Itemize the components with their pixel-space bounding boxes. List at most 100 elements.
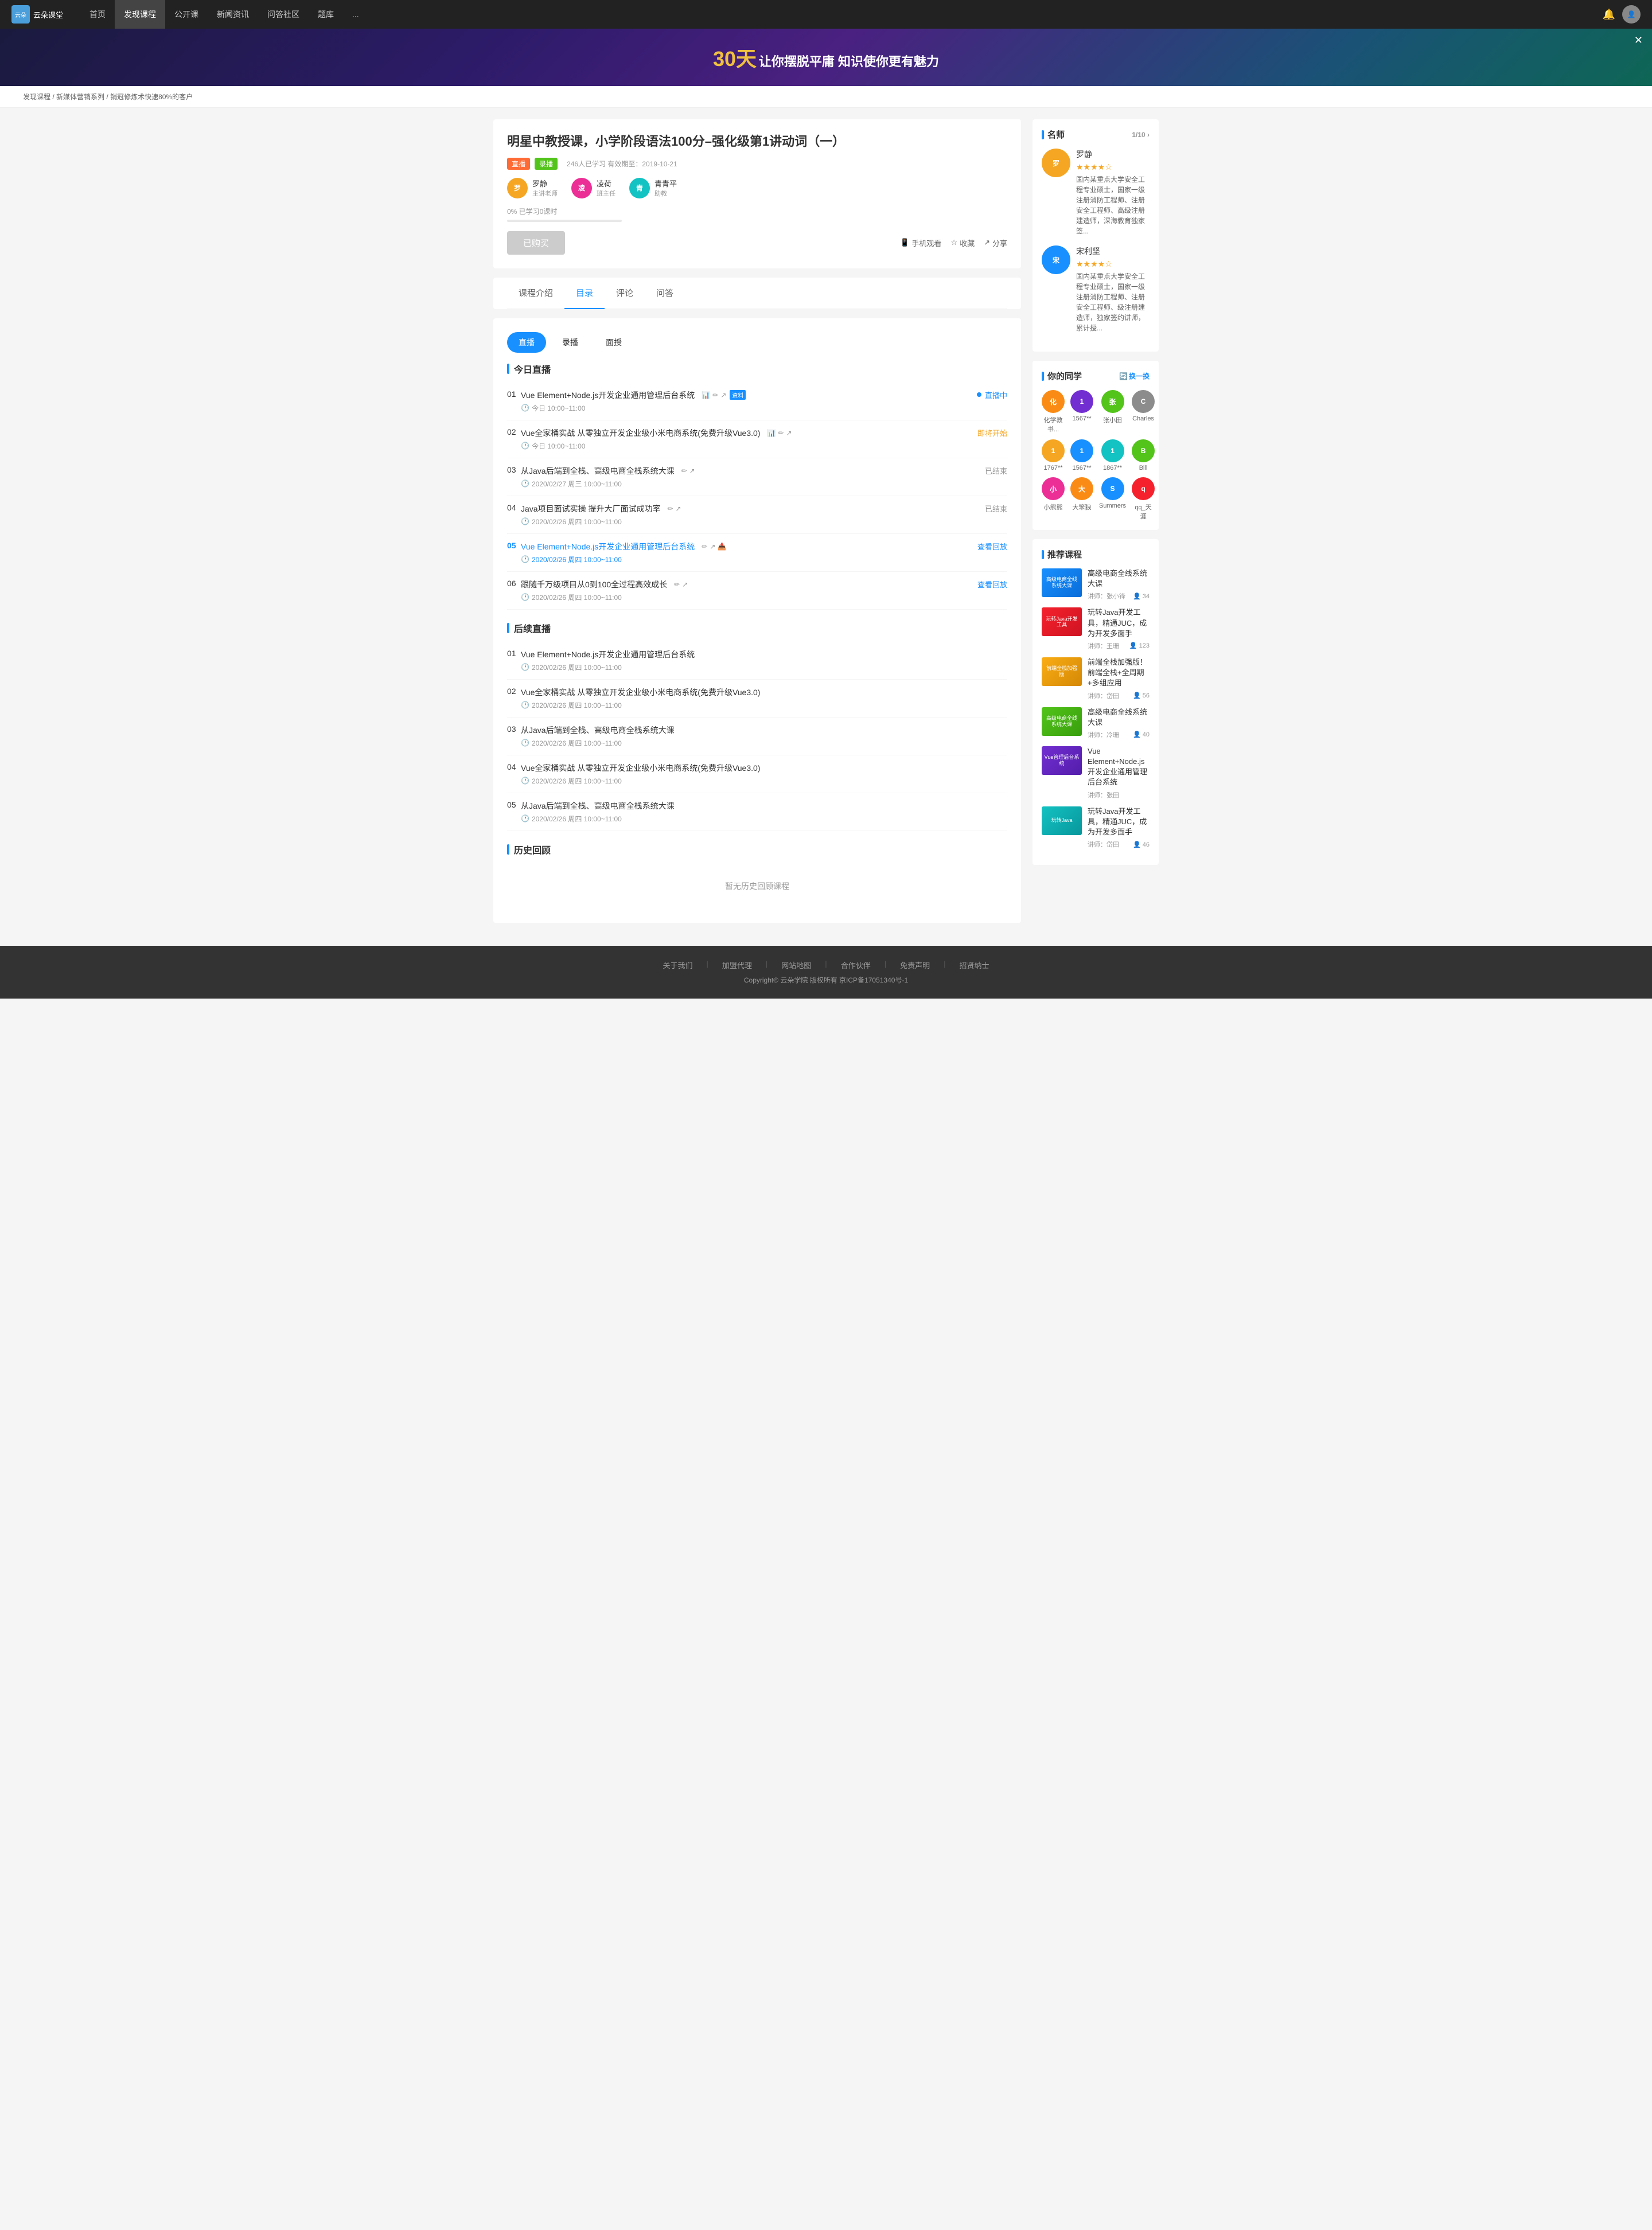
edit-icon[interactable]: ✏	[681, 467, 687, 475]
item-title: Vue Element+Node.js开发企业通用管理后台系统	[521, 649, 1007, 660]
mobile-watch-button[interactable]: 📱 手机观看	[900, 237, 941, 248]
bought-button[interactable]: 已购买	[507, 231, 565, 255]
item-status-replay[interactable]: 查看回放	[977, 541, 1007, 552]
instructor-avatar-2: 凌	[571, 178, 592, 198]
nav-home[interactable]: 首页	[80, 0, 115, 29]
edit-icon[interactable]: ✏	[667, 505, 673, 513]
edit-icon[interactable]: ✏	[674, 580, 680, 588]
switch-classmates-button[interactable]: 🔄 换一换	[1119, 371, 1150, 381]
share-icon[interactable]: ↗	[786, 429, 792, 437]
teachers-pagination[interactable]: 1/10 ›	[1132, 131, 1150, 139]
nav-news[interactable]: 新闻资讯	[208, 0, 258, 29]
progress-area: 0% 已学习0课时	[507, 206, 1007, 222]
footer-link-franchise[interactable]: 加盟代理	[722, 960, 752, 970]
share-icon[interactable]: ↗	[720, 391, 726, 399]
teacher-desc-1: 国内某重点大学安全工程专业硕士，国家一级注册消防工程师、注册安全工程师、高级注册…	[1076, 174, 1150, 236]
edit-icon[interactable]: ✏	[712, 391, 718, 399]
rec-course-item[interactable]: 玩转Java开发工具 玩转Java开发工具，精通JUC，成为开发多面手 讲师：王…	[1042, 607, 1150, 650]
item-content: Vue全家桶实战 从零独立开发企业级小米电商系统(免费升级Vue3.0) 📊 ✏…	[521, 427, 977, 451]
teachers-section-title: 名师 1/10 ›	[1042, 128, 1150, 141]
tab-qa[interactable]: 问答	[645, 278, 685, 309]
nav-qa[interactable]: 问答社区	[258, 0, 309, 29]
tab-intro[interactable]: 课程介绍	[507, 278, 564, 309]
logo[interactable]: 云朵 云朵课堂	[11, 5, 63, 24]
tab-catalog[interactable]: 目录	[564, 278, 605, 309]
classmate-item[interactable]: 1 1867**	[1099, 439, 1126, 471]
content-tab-record[interactable]: 录播	[551, 332, 590, 353]
classmate-item[interactable]: 大 大笨狼	[1070, 477, 1093, 521]
teachers-card: 名师 1/10 › 罗 罗静 ★★★★☆ 国内某重点大学安全工程专业硕士，国家一…	[1032, 119, 1159, 352]
item-status-live[interactable]: 直播中	[977, 389, 1007, 400]
instructor-avatar-1: 罗	[507, 178, 528, 198]
course-meta: 246人已学习 有效期至：2019-10-21	[567, 159, 677, 169]
item-time: 🕐 2020/02/26 周四 10:00~11:00	[521, 517, 985, 527]
footer-link-partner[interactable]: 合作伙伴	[841, 960, 871, 970]
content-tab-live[interactable]: 直播	[507, 332, 546, 353]
item-status-soon: 即将开始	[977, 427, 1007, 438]
teacher-avatar-1: 罗	[1042, 149, 1070, 177]
share-icon[interactable]: ↗	[676, 505, 681, 513]
rec-thumb-3: 前端全栈加强版	[1042, 657, 1082, 686]
share-button[interactable]: ↗ 分享	[984, 237, 1007, 248]
item-title: Java项目面试实操 提升大厂面试成功率 ✏ ↗	[521, 503, 985, 514]
footer-link-careers[interactable]: 招贤纳士	[960, 960, 989, 970]
classmate-item[interactable]: C Charles	[1132, 390, 1155, 434]
footer-link-about[interactable]: 关于我们	[663, 960, 692, 970]
course-tags: 直播 录播 246人已学习 有效期至：2019-10-21	[507, 158, 1007, 170]
rec-course-item[interactable]: 高级电商全线系统大课 高级电商全线系统大课 讲师：冷珊 👤 40	[1042, 707, 1150, 739]
download-icon[interactable]: 📊	[702, 391, 710, 399]
breadcrumb-series[interactable]: 新媒体营销系列	[56, 93, 104, 101]
item-content: Java项目面试实操 提升大厂面试成功率 ✏ ↗ 🕐 2020/02/26 周四…	[521, 503, 985, 527]
item-time: 🕐 2020/02/26 周四 10:00~11:00	[521, 814, 1007, 824]
item-time: 🕐 2020/02/26 周四 10:00~11:00	[521, 700, 1007, 710]
collect-button[interactable]: ☆ 收藏	[950, 237, 975, 248]
classmate-item[interactable]: 1 1767**	[1042, 439, 1065, 471]
footer-link-sitemap[interactable]: 网站地图	[781, 960, 811, 970]
tab-comment[interactable]: 评论	[605, 278, 645, 309]
share-icon[interactable]: ↗	[689, 467, 695, 475]
nav-open[interactable]: 公开课	[165, 0, 208, 29]
instructor-role-2: 班主任	[597, 189, 615, 198]
bell-icon[interactable]: 🔔	[1603, 9, 1615, 21]
rec-course-item[interactable]: 高级电商全线系统大课 高级电商全线系统大课 讲师：张小锋 👤 34	[1042, 568, 1150, 601]
classmate-item[interactable]: q qq_天涯	[1132, 477, 1155, 521]
edit-icon[interactable]: ✏	[778, 429, 784, 437]
item-num: 02	[507, 687, 521, 696]
nav-discover[interactable]: 发现课程	[115, 0, 165, 29]
classmate-item[interactable]: B Bill	[1132, 439, 1155, 471]
nav-question-bank[interactable]: 题库	[309, 0, 343, 29]
item-status-replay[interactable]: 查看回放	[977, 579, 1007, 590]
content-tabs-bar: 直播 录播 面授	[507, 332, 1007, 353]
instructor-role-3: 助教	[654, 189, 677, 198]
footer-link-disclaimer[interactable]: 免责声明	[900, 960, 930, 970]
item-num-highlight: 05	[507, 541, 521, 550]
rec-thumb-1: 高级电商全线系统大课	[1042, 568, 1082, 597]
banner-content: 30天 让你摆脱平庸 知识使你更有魅力	[713, 42, 939, 72]
content-tab-offline[interactable]: 面授	[594, 332, 633, 353]
rec-course-item[interactable]: Vue管理后台系统 Vue Element+Node.js开发企业通用管理后台系…	[1042, 746, 1150, 800]
breadcrumb-discover[interactable]: 发现课程	[23, 93, 50, 101]
nav-more[interactable]: ...	[343, 0, 368, 29]
classmate-item[interactable]: 张 张小田	[1099, 390, 1126, 434]
download-icon[interactable]: 📊	[767, 429, 776, 437]
classmate-item[interactable]: 1 1567**	[1070, 390, 1093, 434]
share-icon[interactable]: ↗	[682, 580, 688, 588]
rec-course-item[interactable]: 玩转Java 玩转Java开发工具，精通JUC，成为开发多面手 讲师：岱田 👤 …	[1042, 806, 1150, 849]
classmate-item[interactable]: 小 小熊熊	[1042, 477, 1065, 521]
item-title: 从Java后端到全栈、高级电商全栈系统大课	[521, 800, 1007, 812]
item-num: 01	[507, 389, 521, 399]
classmate-item[interactable]: 化 化学教书...	[1042, 390, 1065, 434]
download-icon[interactable]: 📥	[718, 543, 726, 551]
edit-icon[interactable]: ✏	[702, 543, 707, 551]
rec-course-item[interactable]: 前端全栈加强版 前端全栈加强版！前端全栈+全周期+多组应用 讲师：岱田 👤 56	[1042, 657, 1150, 700]
classmate-item[interactable]: S Summers	[1099, 477, 1126, 521]
list-item: 02 Vue全家桶实战 从零独立开发企业级小米电商系统(免费升级Vue3.0) …	[507, 420, 1007, 458]
classmate-item[interactable]: 1 1567**	[1070, 439, 1093, 471]
share-icon[interactable]: ↗	[710, 543, 715, 551]
item-time-blue: 🕐 2020/02/26 周四 10:00~11:00	[521, 555, 977, 564]
banner-close-button[interactable]: ✕	[1634, 34, 1643, 46]
nav-items: 首页 发现课程 公开课 新闻资讯 问答社区 题库 ...	[80, 0, 368, 29]
item-num: 06	[507, 579, 521, 588]
list-item: 04 Java项目面试实操 提升大厂面试成功率 ✏ ↗ 🕐 2020/02/26…	[507, 496, 1007, 534]
user-avatar[interactable]: 👤	[1622, 5, 1641, 24]
